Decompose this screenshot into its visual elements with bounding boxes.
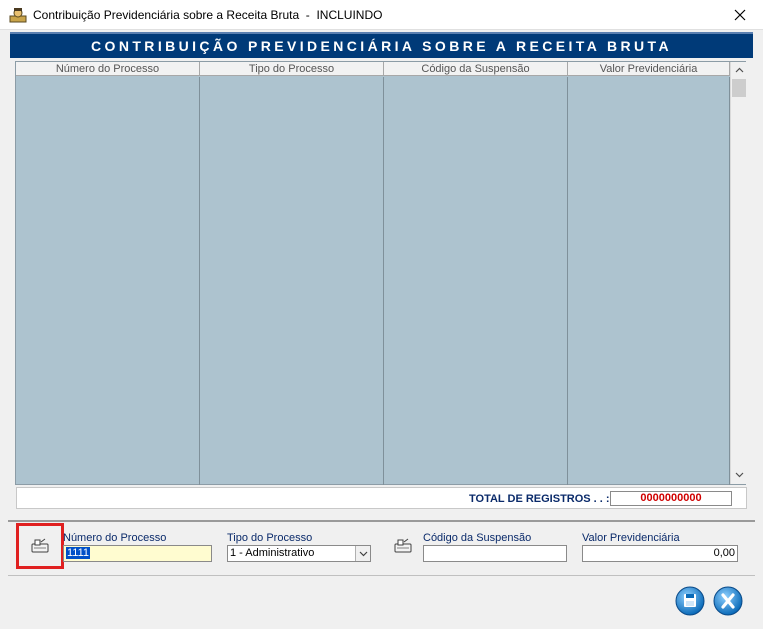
- codigo-suspensao-input[interactable]: [423, 545, 567, 562]
- valor-previdenciaria-value: 0,00: [713, 547, 735, 559]
- focus-highlight: [16, 523, 64, 569]
- records-grid[interactable]: Número do Processo Tipo do Processo Códi…: [15, 61, 746, 485]
- valor-previdenciaria-label: Valor Previdenciária: [582, 532, 680, 544]
- column-header-codigo[interactable]: Código da Suspensão: [384, 62, 568, 76]
- user-badge-icon: [9, 8, 27, 23]
- binoculars-search-icon-2[interactable]: [391, 535, 415, 557]
- page-title: CONTRIBUIÇÃO PREVIDENCIÁRIA SOBRE A RECE…: [91, 38, 672, 54]
- grid-column-numero: [16, 77, 200, 485]
- grid-header: Número do Processo Tipo do Processo Códi…: [16, 62, 730, 76]
- scroll-down-icon[interactable]: [731, 468, 747, 482]
- scroll-up-icon[interactable]: [731, 63, 747, 77]
- divider: [8, 520, 755, 522]
- grid-column-codigo: [384, 77, 568, 485]
- numero-processo-label: Número do Processo: [63, 532, 167, 544]
- tipo-processo-value: 1 - Administrativo: [230, 547, 315, 559]
- cancel-x-icon[interactable]: [713, 586, 743, 616]
- scroll-thumb[interactable]: [732, 79, 746, 97]
- close-icon[interactable]: [725, 0, 755, 30]
- valor-previdenciaria-input[interactable]: 0,00: [582, 545, 738, 562]
- save-icon[interactable]: [675, 586, 705, 616]
- numero-processo-input[interactable]: 1111: [63, 545, 212, 562]
- totals-bar: TOTAL DE REGISTROS . . : 0000000000: [16, 487, 747, 509]
- column-header-valor[interactable]: Valor Previdenciária: [568, 62, 730, 76]
- total-records-count: 0000000000: [610, 491, 732, 506]
- chevron-down-icon[interactable]: [355, 546, 370, 561]
- tipo-processo-label: Tipo do Processo: [227, 532, 313, 544]
- grid-column-valor: [568, 77, 730, 485]
- grid-column-tipo: [200, 77, 384, 485]
- total-records-label: TOTAL DE REGISTROS . . :: [469, 493, 610, 505]
- codigo-suspensao-label: Código da Suspensão: [423, 532, 532, 544]
- page-banner: CONTRIBUIÇÃO PREVIDENCIÁRIA SOBRE A RECE…: [10, 32, 753, 58]
- divider-bottom: [8, 575, 755, 576]
- column-header-tipo[interactable]: Tipo do Processo: [200, 62, 384, 76]
- window-titlebar: Contribuição Previdenciária sobre a Rece…: [0, 0, 763, 30]
- grid-body[interactable]: [16, 77, 730, 485]
- numero-processo-value: 1111: [66, 547, 91, 559]
- grid-scrollbar[interactable]: [730, 62, 746, 484]
- tipo-processo-select[interactable]: 1 - Administrativo: [227, 545, 371, 562]
- column-header-numero[interactable]: Número do Processo: [16, 62, 200, 76]
- window-title: Contribuição Previdenciária sobre a Rece…: [33, 8, 383, 22]
